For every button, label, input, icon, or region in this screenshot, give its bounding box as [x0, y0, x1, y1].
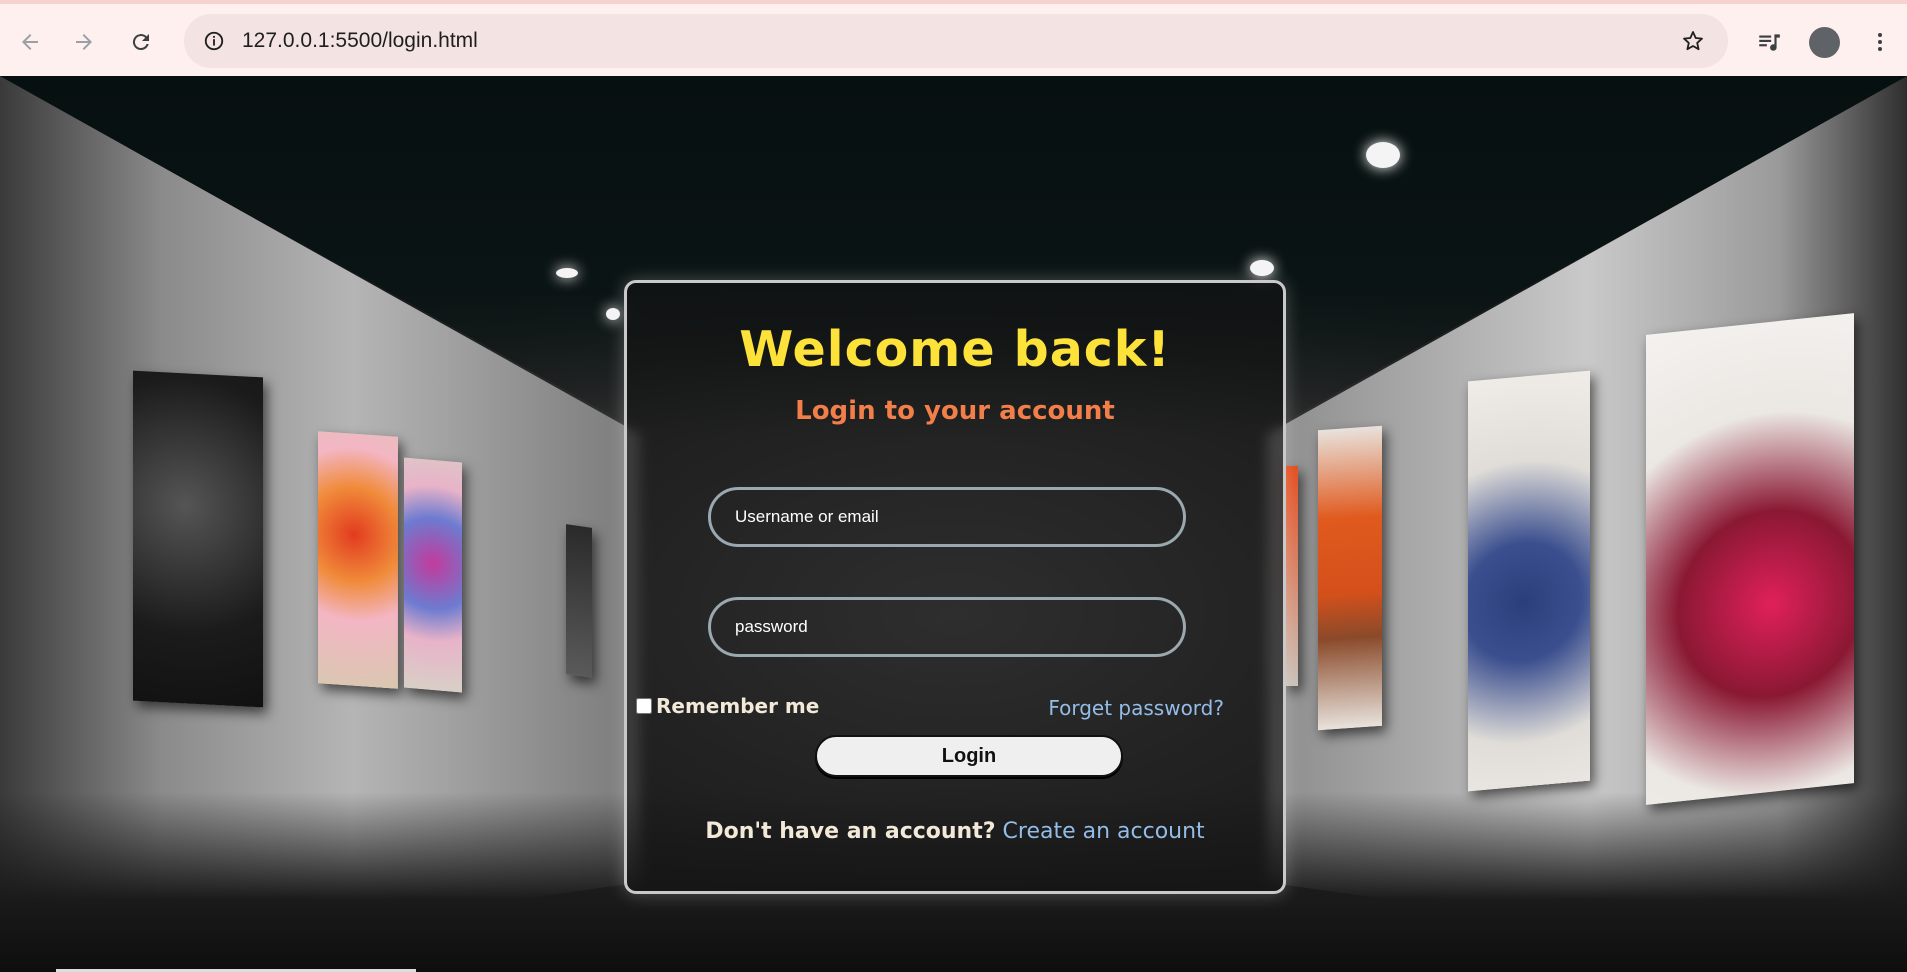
- login-card: Welcome back! Login to your account Reme…: [624, 280, 1286, 894]
- artwork: [1318, 425, 1382, 731]
- reload-icon: [132, 34, 149, 51]
- back-button[interactable]: [12, 24, 48, 60]
- bookmark-button[interactable]: [1678, 26, 1708, 56]
- signup-prompt: Don't have an account? Create an account: [627, 819, 1283, 844]
- artwork: [1284, 466, 1298, 686]
- ceiling-lamp: [556, 268, 578, 278]
- signup-question: Don't have an account?: [705, 819, 996, 844]
- reload-button[interactable]: [123, 24, 159, 60]
- create-account-link[interactable]: Create an account: [1003, 819, 1205, 844]
- artwork: [404, 457, 462, 693]
- artwork: [1468, 370, 1590, 792]
- login-button[interactable]: Login: [815, 735, 1123, 777]
- artwork: [133, 370, 263, 708]
- forward-button[interactable]: [66, 24, 102, 60]
- artwork: [1646, 313, 1854, 805]
- info-icon: [204, 31, 224, 51]
- page-title: Welcome back!: [739, 321, 1171, 378]
- kebab-menu-icon: [1878, 33, 1882, 51]
- avatar[interactable]: [1809, 27, 1840, 58]
- ceiling-lamp: [1366, 142, 1400, 168]
- browser-toolbar: 127.0.0.1:5500/login.html: [0, 0, 1907, 76]
- remember-me-label: Remember me: [656, 694, 820, 718]
- ceiling-lamp: [606, 308, 620, 320]
- password-input[interactable]: [708, 597, 1186, 657]
- page-subtitle: Login to your account: [795, 396, 1115, 426]
- remember-me[interactable]: Remember me: [636, 694, 819, 718]
- forgot-password-link[interactable]: Forget password?: [1048, 696, 1224, 720]
- arrow-right-icon: [76, 34, 92, 50]
- address-bar[interactable]: 127.0.0.1:5500/login.html: [184, 14, 1728, 68]
- browser-menu-button[interactable]: [1862, 24, 1898, 60]
- remember-me-checkbox[interactable]: [636, 698, 652, 714]
- artwork: [318, 431, 398, 689]
- url-text[interactable]: 127.0.0.1:5500/login.html: [242, 29, 478, 53]
- media-controls-button[interactable]: [1751, 24, 1787, 60]
- site-info-button[interactable]: [196, 23, 232, 59]
- star-icon: [1683, 31, 1703, 51]
- media-playlist-icon: [1759, 34, 1780, 51]
- username-input[interactable]: [708, 487, 1186, 547]
- ceiling-lamp: [1250, 260, 1274, 276]
- arrow-left-icon: [22, 34, 38, 50]
- artwork: [566, 524, 592, 678]
